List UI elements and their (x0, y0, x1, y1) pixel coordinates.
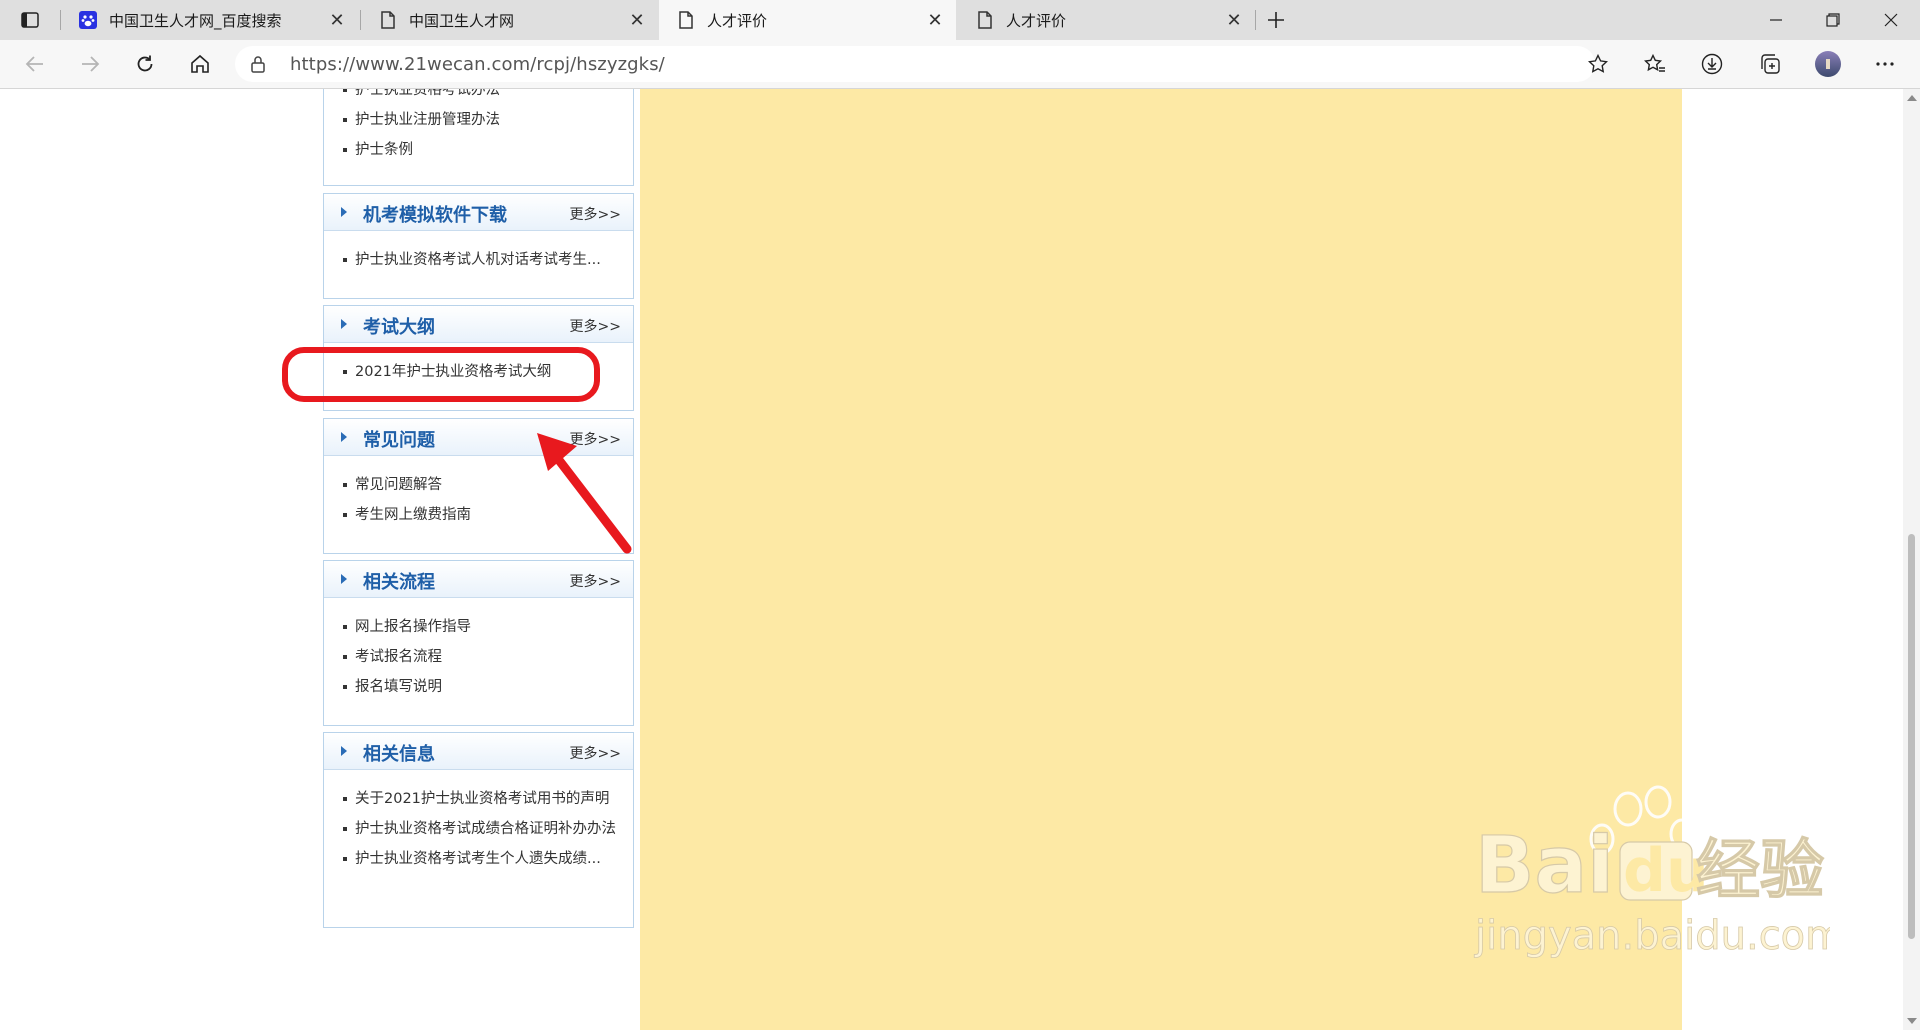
panel-title[interactable]: 相关流程 (363, 568, 435, 594)
close-window-button[interactable] (1873, 2, 1909, 38)
list-item[interactable]: 护士执业资格考试人机对话考试考生... (324, 245, 633, 275)
favorite-star-icon[interactable] (1580, 46, 1616, 82)
close-tab-icon[interactable]: ✕ (324, 7, 350, 33)
baidu-jingyan-watermark: Bai du 经验 jingyan.baidu.com (1474, 785, 1830, 959)
svg-text:经验: 经验 (1696, 834, 1824, 908)
triangle-bullet-icon (341, 207, 347, 217)
panel-related-info: 相关信息 更多>> 关于2021护士执业资格考试用书的声明 护士执业资格考试成绩… (323, 732, 634, 928)
panel-title[interactable]: 机考模拟软件下载 (363, 201, 507, 227)
list-item[interactable]: 考试报名流程 (324, 642, 633, 672)
document-icon (379, 11, 397, 29)
tab-title: 中国卫生人才网 (409, 11, 515, 30)
sidebar-top-panel: 护士执业资格考试办法 护士执业注册管理办法 护士条例 (323, 89, 634, 186)
top-link-list: 护士执业资格考试办法 护士执业注册管理办法 护士条例 (324, 89, 633, 165)
panel-list: 网上报名操作指导 考试报名流程 报名填写说明 (324, 598, 633, 702)
favorites-list-icon[interactable] (1637, 46, 1673, 82)
profile-avatar[interactable] (1810, 46, 1846, 82)
document-icon (677, 11, 695, 29)
page-content: 护士执业资格考试办法 护士执业注册管理办法 护士条例 机考模拟软件下载 更多>>… (0, 89, 1903, 1030)
panel-header: 相关信息 更多>> (324, 733, 633, 770)
baidu-paw-icon (79, 11, 97, 29)
panel-header: 相关流程 更多>> (324, 561, 633, 598)
list-item[interactable]: 护士条例 (324, 135, 633, 165)
svg-text:jingyan.baidu.com: jingyan.baidu.com (1474, 913, 1830, 959)
panel-header: 机考模拟软件下载 更多>> (324, 194, 633, 231)
close-tab-icon[interactable]: ✕ (624, 7, 650, 33)
more-link[interactable]: 更多>> (570, 316, 621, 336)
panel-title[interactable]: 常见问题 (363, 426, 435, 452)
tab-baidu-search[interactable]: 中国卫生人才网_百度搜索 ✕ (61, 0, 358, 40)
back-button[interactable] (17, 46, 53, 82)
restore-window-button[interactable] (1815, 2, 1851, 38)
minimize-window-button[interactable] (1758, 2, 1794, 38)
list-item[interactable]: 关于2021护士执业资格考试用书的声明 (324, 784, 633, 814)
list-item[interactable]: 护士执业资格考试成绩合格证明补办办法 (324, 814, 633, 844)
more-link[interactable]: 更多>> (570, 204, 621, 224)
list-item[interactable]: 护士执业注册管理办法 (324, 105, 633, 135)
scrollbar-thumb[interactable] (1908, 534, 1915, 939)
scroll-up-icon[interactable] (1907, 95, 1917, 101)
forward-button[interactable] (72, 46, 108, 82)
panel-procedures: 相关流程 更多>> 网上报名操作指导 考试报名流程 报名填写说明 (323, 560, 634, 726)
triangle-bullet-icon (341, 432, 347, 442)
downloads-icon[interactable] (1694, 46, 1730, 82)
svg-text:Bai: Bai (1475, 821, 1614, 911)
panel-header: 考试大纲 更多>> (324, 306, 633, 343)
list-item[interactable]: 报名填写说明 (324, 672, 633, 702)
close-tab-icon[interactable]: ✕ (922, 7, 948, 33)
tab-title: 人才评价 (1006, 11, 1067, 30)
triangle-bullet-icon (341, 574, 347, 584)
collections-icon[interactable] (1752, 46, 1788, 82)
list-item[interactable]: 护士执业资格考试考生个人遗失成绩... (324, 844, 633, 874)
triangle-bullet-icon (341, 746, 347, 756)
tab-health-talent[interactable]: 中国卫生人才网 ✕ (361, 0, 658, 40)
url-text[interactable]: https://www.21wecan.com/rcpj/hszyzgks/ (290, 54, 665, 75)
scroll-down-icon[interactable] (1907, 1018, 1917, 1024)
address-bar[interactable]: https://www.21wecan.com/rcpj/hszyzgks/ (235, 46, 1595, 82)
highlight-circle-annotation (282, 347, 600, 402)
document-icon (976, 11, 994, 29)
more-link[interactable]: 更多>> (570, 743, 621, 763)
list-item[interactable]: 网上报名操作指导 (324, 612, 633, 642)
more-menu-icon[interactable] (1867, 46, 1903, 82)
red-arrow-annotation (537, 433, 632, 554)
panel-list: 关于2021护士执业资格考试用书的声明 护士执业资格考试成绩合格证明补办办法 护… (324, 770, 633, 874)
more-link[interactable]: 更多>> (570, 571, 621, 591)
lock-icon[interactable] (250, 55, 266, 77)
tab-title: 人才评价 (707, 11, 768, 30)
panel-title[interactable]: 相关信息 (363, 740, 435, 766)
browser-toolbar: https://www.21wecan.com/rcpj/hszyzgks/ (0, 40, 1920, 89)
triangle-bullet-icon (341, 319, 347, 329)
tab-actions-button[interactable] (12, 2, 48, 38)
tab-talent-eval[interactable]: 人才评价 ✕ (958, 0, 1255, 40)
list-item[interactable]: 护士执业资格考试办法 (324, 89, 633, 105)
tab-talent-eval-active[interactable]: 人才评价 ✕ (659, 0, 956, 40)
tab-strip: 中国卫生人才网_百度搜索 ✕ 中国卫生人才网 ✕ 人才评价 ✕ 人才评价 ✕ (0, 0, 1920, 40)
tab-separator (1255, 10, 1256, 30)
close-tab-icon[interactable]: ✕ (1221, 7, 1247, 33)
panel-software-download: 机考模拟软件下载 更多>> 护士执业资格考试人机对话考试考生... (323, 193, 634, 299)
vertical-scrollbar[interactable] (1903, 89, 1920, 1030)
home-button[interactable] (182, 46, 218, 82)
refresh-button[interactable] (127, 46, 163, 82)
new-tab-button[interactable] (1258, 2, 1294, 38)
panel-title[interactable]: 考试大纲 (363, 313, 435, 339)
tab-title: 中国卫生人才网_百度搜索 (109, 11, 282, 30)
panel-list: 护士执业资格考试人机对话考试考生... (324, 231, 633, 275)
